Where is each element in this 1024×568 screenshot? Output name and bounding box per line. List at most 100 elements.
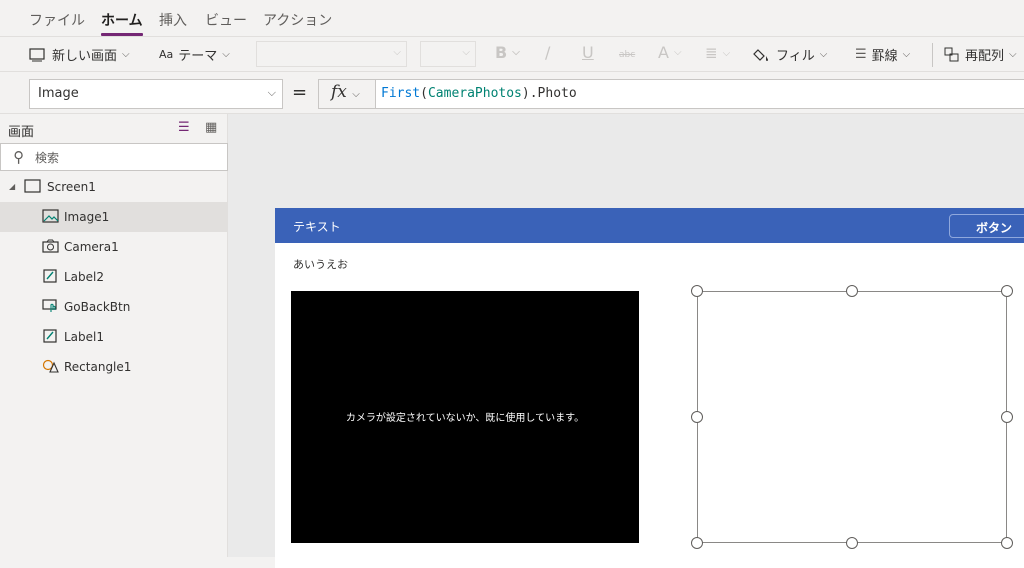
chevron-down-icon: ⌵: [122, 49, 130, 60]
menu-insert[interactable]: 挿入: [159, 10, 187, 30]
thumbnail-grid-icon[interactable]: ▦: [205, 120, 217, 135]
panel-title: 画面: [8, 125, 35, 140]
italic-button[interactable]: /: [545, 43, 550, 62]
chevron-down-icon: ⌵: [393, 47, 401, 58]
fx-icon: fx: [331, 82, 347, 102]
formula-reference: CameraPhotos: [427, 86, 522, 101]
tree-item-label: Label1: [64, 330, 105, 344]
tree-item-label: Camera1: [64, 240, 119, 254]
fx-button[interactable]: fx ⌵: [318, 79, 376, 109]
new-screen-label: 新しい画面: [52, 49, 118, 64]
property-value: Image: [38, 86, 79, 101]
menu-action[interactable]: アクション: [263, 10, 332, 30]
chevron-down-icon: ⌵: [462, 47, 470, 58]
fill-label: フィル: [776, 49, 815, 64]
label-icon: [43, 269, 57, 283]
menu-home[interactable]: ホーム: [101, 10, 143, 36]
property-select[interactable]: Image ⌵: [29, 79, 283, 109]
border-label: 罫線: [871, 49, 898, 64]
tree-item-screen1[interactable]: ◢ Screen1: [0, 172, 228, 202]
menu-bar: ファイル ホーム 挿入 ビュー アクション: [0, 0, 1024, 36]
chevron-down-icon: ⌵: [673, 47, 682, 58]
new-screen-button[interactable]: 新しい画面 ⌵: [29, 45, 130, 64]
app-button[interactable]: ボタン: [949, 214, 1024, 238]
screen-icon: [24, 179, 41, 193]
equals-sign: =: [292, 82, 308, 103]
resize-handle-left[interactable]: [691, 411, 703, 423]
search-input[interactable]: ⚲ 検索: [0, 143, 228, 171]
new-screen-icon: [29, 47, 45, 61]
border-icon: ☰: [855, 47, 867, 62]
formula-bar: Image ⌵ = fx ⌵ First(CameraPhotos).Photo: [0, 72, 1024, 114]
ribbon-toolbar: 新しい画面 ⌵ Aa テーマ ⌵ ⌵ ⌵ B ⌵ / U abc A ⌵ ≣ ⌵ フィル ⌵…: [0, 36, 1024, 72]
search-placeholder: 検索: [35, 151, 60, 165]
tree-item-label1[interactable]: Label1: [0, 322, 228, 352]
resize-handle-top-right[interactable]: [1001, 285, 1013, 297]
italic-icon: /: [545, 43, 551, 62]
app-screen[interactable]: テキスト ボタン あいうえお カメラが設定されていないか、既に使用しています。: [275, 208, 1024, 568]
bold-icon: B: [495, 43, 508, 62]
formula-tail: ).Photo: [521, 86, 577, 101]
formula-paren: (: [420, 86, 428, 101]
expand-caret-icon[interactable]: ◢: [9, 182, 15, 191]
resize-handle-bottom-right[interactable]: [1001, 537, 1013, 549]
reorder-label: 再配列: [965, 49, 1005, 64]
resize-handle-right[interactable]: [1001, 411, 1013, 423]
tree-item-label: Rectangle1: [64, 360, 132, 374]
font-color-button[interactable]: A ⌵: [658, 43, 682, 62]
bold-button[interactable]: B ⌵: [495, 43, 520, 62]
menu-file[interactable]: ファイル: [29, 10, 85, 30]
camera-control[interactable]: カメラが設定されていないか、既に使用しています。: [291, 291, 639, 543]
border-button[interactable]: ☰ 罫線 ⌵: [855, 45, 910, 64]
reorder-button[interactable]: 再配列 ⌵: [944, 45, 1017, 64]
strikethrough-icon: abc: [619, 50, 636, 60]
chevron-down-icon: ⌵: [1009, 49, 1017, 60]
resize-handle-top-left[interactable]: [691, 285, 703, 297]
tree-list-icon[interactable]: ☰: [178, 120, 190, 135]
fill-button[interactable]: フィル ⌵: [753, 45, 827, 64]
menu-view[interactable]: ビュー: [205, 10, 247, 30]
tree-item-label2[interactable]: Label2: [0, 262, 228, 292]
chevron-down-icon: ⌵: [902, 49, 911, 60]
app-header-rectangle[interactable]: テキスト ボタン: [275, 208, 1024, 243]
tree-item-label: Image1: [64, 210, 110, 224]
toolbar-divider: [932, 43, 933, 67]
underline-button[interactable]: U: [582, 43, 594, 62]
label-icon: [43, 329, 57, 343]
search-icon: ⚲: [13, 148, 24, 166]
strikethrough-button[interactable]: abc: [619, 50, 635, 60]
tree-view-panel: 画面 ☰ ▦ ⚲ 検索 ◢ Screen1 Image1 Camera1 Lab…: [0, 114, 228, 557]
tree-item-label: Label2: [64, 270, 105, 284]
theme-icon: Aa: [159, 48, 174, 61]
theme-button[interactable]: Aa テーマ ⌵: [159, 45, 230, 64]
image-icon: [42, 209, 59, 223]
font-size-select[interactable]: ⌵: [420, 41, 476, 67]
camera-message: カメラが設定されていないか、既に使用しています。: [345, 413, 585, 424]
align-icon: ≣: [705, 44, 718, 62]
app-header-text[interactable]: テキスト: [293, 218, 341, 235]
font-family-select[interactable]: ⌵: [256, 41, 407, 67]
formula-input[interactable]: First(CameraPhotos).Photo: [375, 79, 1024, 109]
camera-icon: [42, 239, 59, 253]
tree-item-camera1[interactable]: Camera1: [0, 232, 228, 262]
resize-handle-top[interactable]: [846, 285, 858, 297]
paint-bucket-icon: [753, 48, 768, 61]
tree-item-label: Screen1: [47, 180, 96, 194]
formula-function: First: [381, 86, 421, 101]
tree-item-label: GoBackBtn: [64, 300, 131, 314]
tree-item-rectangle1[interactable]: Rectangle1: [0, 352, 228, 382]
align-button[interactable]: ≣ ⌵: [705, 44, 730, 62]
button-icon: [42, 299, 57, 312]
app-label[interactable]: あいうえお: [293, 256, 348, 272]
resize-handle-bottom[interactable]: [846, 537, 858, 549]
tree-item-gobackbtn[interactable]: GoBackBtn: [0, 292, 228, 322]
chevron-down-icon: ⌵: [222, 49, 230, 60]
underline-icon: U: [582, 43, 594, 62]
font-color-icon: A: [658, 43, 669, 62]
chevron-down-icon: ⌵: [267, 86, 276, 99]
tree-item-image1[interactable]: Image1: [0, 202, 228, 232]
image-control[interactable]: [697, 291, 1007, 543]
resize-handle-bottom-left[interactable]: [691, 537, 703, 549]
chevron-down-icon: ⌵: [819, 49, 828, 60]
chevron-down-icon: ⌵: [512, 47, 520, 58]
